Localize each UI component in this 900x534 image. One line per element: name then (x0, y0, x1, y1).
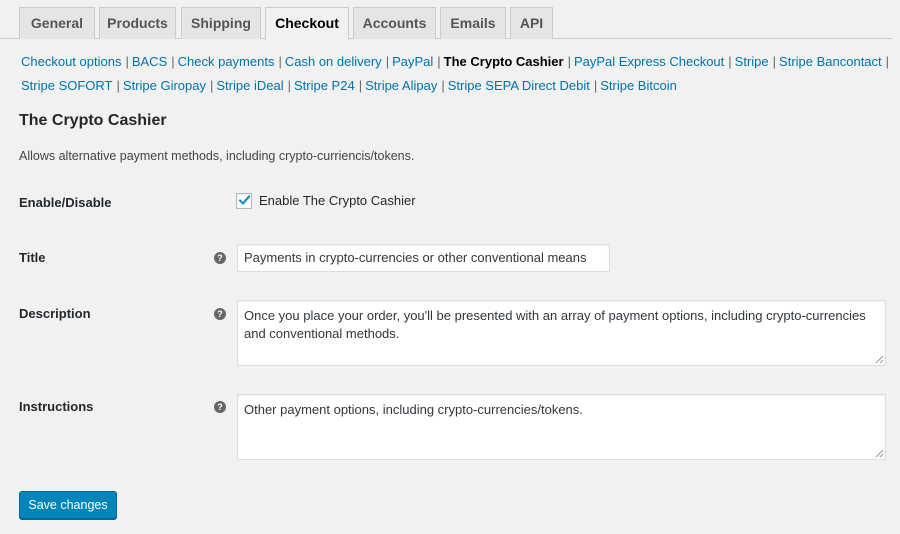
subnav-separator: | (728, 54, 732, 69)
save-changes-button[interactable]: Save changes (19, 491, 117, 519)
subnav-stripe-bancontact[interactable]: Stripe Bancontact (779, 54, 882, 69)
subnav-stripe-alipay[interactable]: Stripe Alipay (365, 78, 437, 93)
question-circle-icon[interactable]: ? (214, 401, 226, 413)
instructions-label: Instructions (19, 399, 94, 414)
subnav-current-crypto-cashier: The Crypto Cashier (443, 54, 564, 69)
subnav-paypal[interactable]: PayPal (392, 54, 433, 69)
description-textarea-value: Once you place your order, you'll be pre… (244, 308, 866, 341)
title-input[interactable]: Payments in crypto-currencies or other c… (237, 244, 610, 272)
subnav-separator: | (210, 78, 214, 93)
question-circle-icon[interactable]: ? (214, 308, 226, 320)
section-description: Allows alternative payment methods, incl… (19, 149, 415, 163)
subnav-bacs[interactable]: BACS (132, 54, 167, 69)
instructions-textarea-value: Other payment options, including crypto-… (244, 402, 583, 417)
subnav-separator: | (171, 54, 175, 69)
checkout-subnav-row-2: Stripe SOFORT | Stripe Giropay | Stripe iDea… (21, 74, 881, 98)
description-label: Description (19, 306, 91, 321)
subnav-stripe-sofort[interactable]: Stripe SOFORT (21, 78, 113, 93)
subnav-stripe-ideal[interactable]: Stripe iDeal (216, 78, 283, 93)
title-label: Title (19, 250, 46, 265)
subnav-stripe-p24[interactable]: Stripe P24 (294, 78, 355, 93)
subnav-checkout-options[interactable]: Checkout options (21, 54, 121, 69)
subnav-check-payments[interactable]: Check payments (178, 54, 275, 69)
question-circle-icon[interactable]: ? (214, 252, 226, 264)
subnav-stripe-bitcoin[interactable]: Stripe Bitcoin (600, 78, 677, 93)
resize-grip-icon[interactable] (875, 449, 884, 458)
subnav-separator: | (772, 54, 777, 69)
subnav-separator: | (116, 78, 120, 93)
enable-checkbox[interactable] (236, 193, 252, 209)
tab-accounts[interactable]: Accounts (353, 7, 436, 39)
section-title: The Crypto Cashier (19, 112, 167, 129)
enable-checkbox-label[interactable]: Enable The Crypto Cashier (259, 193, 416, 208)
tab-api[interactable]: API (510, 7, 553, 39)
tab-checkout[interactable]: Checkout (265, 7, 349, 40)
subnav-separator: | (278, 54, 282, 69)
subnav-separator: | (441, 78, 445, 93)
subnav-separator: | (437, 54, 441, 69)
checkmark-icon (238, 195, 251, 205)
subnav-separator: | (885, 54, 890, 69)
checkout-subnav-row-1: Checkout options | BACS | Check payments | Cas… (21, 50, 889, 74)
subnav-cash-on-delivery[interactable]: Cash on delivery (285, 54, 382, 69)
description-textarea[interactable]: Once you place your order, you'll be pre… (237, 300, 886, 366)
subnav-separator: | (385, 54, 390, 69)
enable-disable-label: Enable/Disable (19, 195, 112, 210)
tab-emails[interactable]: Emails (440, 7, 506, 39)
tab-shipping[interactable]: Shipping (181, 7, 261, 39)
instructions-textarea[interactable]: Other payment options, including crypto-… (237, 394, 886, 460)
subnav-separator: | (125, 54, 129, 69)
subnav-stripe-sepa-direct-debit[interactable]: Stripe SEPA Direct Debit (448, 78, 590, 93)
tab-general[interactable]: General (19, 7, 95, 39)
subnav-separator: | (287, 78, 291, 93)
subnav-paypal-express-checkout[interactable]: PayPal Express Checkout (574, 54, 724, 69)
resize-grip-icon[interactable] (875, 355, 884, 364)
subnav-stripe[interactable]: Stripe (735, 54, 769, 69)
tab-products[interactable]: Products (99, 7, 176, 39)
subnav-separator: | (567, 54, 571, 69)
subnav-separator: | (593, 78, 598, 93)
subnav-separator: | (358, 78, 363, 93)
settings-tab-bar: General Products Shipping Checkout Accou… (0, 0, 892, 40)
subnav-stripe-giropay[interactable]: Stripe Giropay (123, 78, 206, 93)
